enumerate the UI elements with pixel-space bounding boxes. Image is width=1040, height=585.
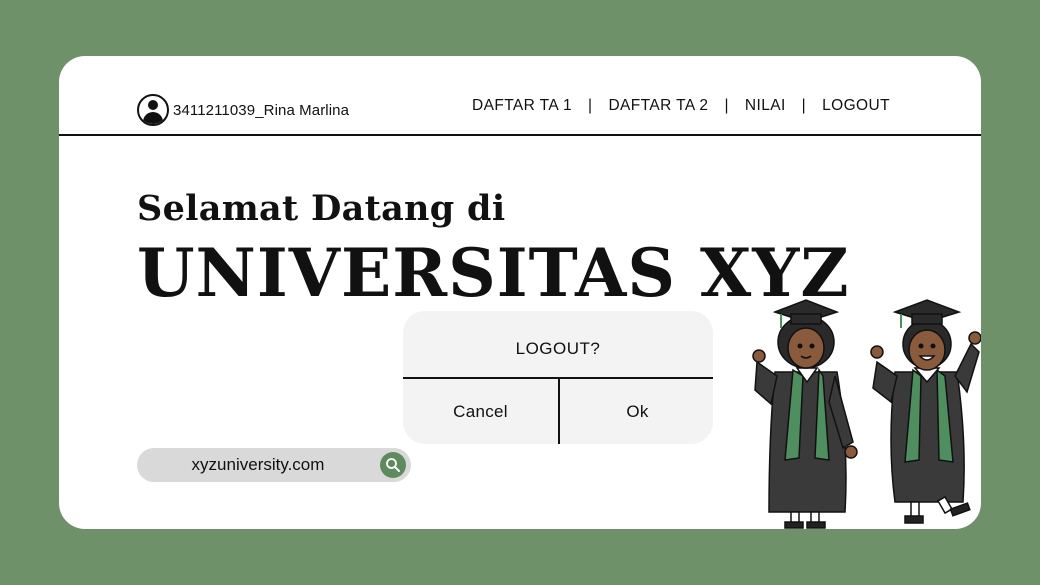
logout-dialog: LOGOUT? Cancel Ok bbox=[403, 311, 713, 444]
user-info: 3411211039_Rina Marlina bbox=[137, 94, 349, 126]
nav-item-daftar-ta-2[interactable]: DAFTAR TA 2 bbox=[608, 97, 708, 115]
main-card: 3411211039_Rina Marlina DAFTAR TA 1 | DA… bbox=[59, 56, 981, 529]
nav-item-daftar-ta-1[interactable]: DAFTAR TA 1 bbox=[472, 97, 572, 115]
graduate-right bbox=[870, 299, 981, 524]
search-button[interactable] bbox=[380, 452, 406, 478]
nav-separator: | bbox=[588, 97, 593, 114]
university-title: UNIVERSITAS XYZ bbox=[137, 234, 850, 312]
cancel-button[interactable]: Cancel bbox=[403, 379, 558, 444]
graduate-left bbox=[752, 299, 858, 529]
top-nav: DAFTAR TA 1 | DAFTAR TA 2 | NILAI | LOGO… bbox=[472, 97, 890, 115]
nav-item-logout[interactable]: LOGOUT bbox=[822, 97, 890, 115]
ok-button[interactable]: Ok bbox=[560, 379, 713, 444]
user-name: 3411211039_Rina Marlina bbox=[173, 101, 350, 119]
search-bar bbox=[137, 448, 411, 482]
nav-separator: | bbox=[801, 97, 807, 114]
nav-separator: | bbox=[724, 97, 729, 114]
search-icon bbox=[386, 458, 400, 472]
dialog-title: LOGOUT? bbox=[515, 339, 601, 358]
welcome-text: Selamat Datang di bbox=[137, 188, 506, 229]
graduates-illustration bbox=[752, 299, 981, 529]
nav-item-nilai[interactable]: NILAI bbox=[745, 97, 786, 115]
search-input[interactable] bbox=[153, 448, 363, 482]
header-divider bbox=[59, 134, 981, 136]
user-avatar-icon bbox=[137, 94, 169, 126]
